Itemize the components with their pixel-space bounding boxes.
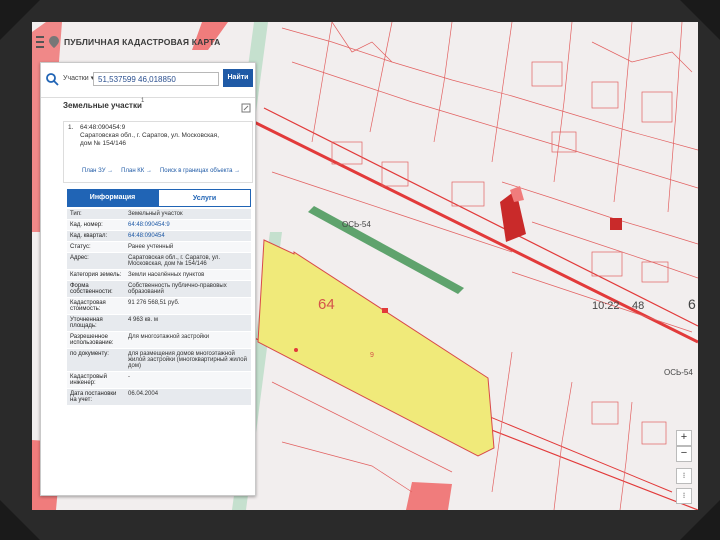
measure-tool-button[interactable]: ⁝ xyxy=(676,468,692,484)
attribute-key: Кадастровая стоимость: xyxy=(70,300,106,312)
attribute-key: Кад. квартал: xyxy=(70,233,108,239)
attribute-row: Кадастровая стоимость: 91 276 568,51 руб. xyxy=(67,298,251,315)
attribute-row: Дата постановки на учет: 06.04.2004 xyxy=(67,389,251,406)
attribute-key: Адрес: xyxy=(70,255,89,261)
plan-zu-link[interactable]: План ЗУ → xyxy=(82,168,113,174)
cadastral-map-screenshot: 64 9 ОСЬ-54 ОСЬ-54 10:22 48 6 ПУБЛИЧНАЯ … xyxy=(32,22,698,510)
tab-services[interactable]: Услуги xyxy=(158,189,251,207)
app-title: ПУБЛИЧНАЯ КАДАСТРОВАЯ КАРТА xyxy=(64,37,221,47)
map-pin-logo-icon xyxy=(49,36,59,48)
attribute-value: 06.04.2004 xyxy=(128,391,159,397)
attribute-key: Кад. номер: xyxy=(70,222,103,228)
attribute-key: по документу: xyxy=(70,351,109,357)
info-tabs: Информация Услуги xyxy=(67,189,251,207)
map-options-button[interactable]: ⁝ xyxy=(676,488,692,504)
attribute-row: Форма собственности: Собственность публич… xyxy=(67,281,251,298)
result-address: Саратовская обл., г. Саратов, ул. Москов… xyxy=(80,132,219,147)
attribute-value: Собственность публично-правовых образова… xyxy=(128,283,227,295)
attribute-value: Земли населённых пунктов xyxy=(128,272,205,278)
road-label-b: ОСЬ-54 xyxy=(664,368,693,377)
plan-kk-link[interactable]: План КК → xyxy=(121,168,152,174)
edit-icon[interactable] xyxy=(241,103,251,113)
attribute-key: Уточненная площадь: xyxy=(70,317,103,329)
attribute-key: Статус: xyxy=(70,244,91,250)
attribute-value: - xyxy=(128,374,130,380)
attribute-row: Уточненная площадь: 4 963 кв. м xyxy=(67,315,251,332)
results-title: Земельные участки xyxy=(63,101,142,110)
search-bar: Участки ▾ 51,537599 46,018850 Найти xyxy=(41,63,255,98)
attribute-value: 91 276 568,51 руб. xyxy=(128,300,180,306)
attribute-value: Земельный участок xyxy=(128,211,183,217)
search-icon xyxy=(46,73,59,86)
attribute-row: Кадастровый инженер: - xyxy=(67,372,251,389)
parcel-number-label: 64 xyxy=(318,296,335,313)
results-count: 1 xyxy=(141,98,145,104)
search-type-select[interactable]: Участки ▾ xyxy=(63,74,94,82)
menu-icon[interactable] xyxy=(36,36,44,48)
attribute-key: Дата постановки на учет: xyxy=(70,391,117,403)
attributes-table: Тип: Земельный участок Кад. номер: 64:48:09… xyxy=(67,209,251,406)
attribute-value: 4 963 кв. м xyxy=(128,317,158,323)
find-button[interactable]: Найти xyxy=(223,69,253,87)
block-label-a: 10:22 xyxy=(592,300,620,312)
attribute-row: Разрешенное использование: Для многоэтажн… xyxy=(67,332,251,349)
search-input[interactable]: 51,537599 46,018850 xyxy=(93,72,219,86)
attribute-row: Адрес: Саратовская обл., г. Саратов, ул. … xyxy=(67,253,251,270)
block-label-c: 6 xyxy=(688,296,696,312)
search-in-bounds-link[interactable]: Поиск в границах объекта → xyxy=(160,168,240,174)
attribute-row: Категория земель: Земли населённых пункто… xyxy=(67,270,251,281)
attribute-value: для размещения домов многоэтажной жилой … xyxy=(128,351,247,369)
result-cad-number: 64:48:090454:9 xyxy=(80,124,126,131)
attribute-row: Статус: Ранее учтенный xyxy=(67,242,251,253)
attribute-row: по документу: для размещения домов многоэ… xyxy=(67,349,251,372)
attribute-value: Для многоэтажной застройки xyxy=(128,334,210,340)
result-links: План ЗУ → План КК → Поиск в границах объ… xyxy=(82,168,240,174)
app-header: ПУБЛИЧНАЯ КАДАСТРОВАЯ КАРТА xyxy=(36,36,220,48)
result-index: 1. xyxy=(68,124,74,131)
block-label-b: 48 xyxy=(632,300,645,312)
attribute-row: Кад. номер: 64:48:090454:9 xyxy=(67,220,251,231)
tab-information[interactable]: Информация xyxy=(67,189,158,207)
attribute-row: Тип: Земельный участок xyxy=(67,209,251,220)
parcel-index-label: 9 xyxy=(370,352,374,359)
result-item[interactable]: 1. 64:48:090454:9 Саратовская обл., г. С… xyxy=(63,121,253,183)
zoom-out-button[interactable]: − xyxy=(676,446,692,462)
attribute-value: Саратовская обл., г. Саратов, ул. Москов… xyxy=(128,255,221,267)
attribute-value[interactable]: 64:48:090454 xyxy=(125,231,251,241)
road-label-a: ОСЬ-54 xyxy=(342,220,371,229)
attribute-value: Ранее учтенный xyxy=(128,244,174,250)
info-panel: Участки ▾ 51,537599 46,018850 Найти Земе… xyxy=(40,62,256,496)
attribute-key: Разрешенное использование: xyxy=(70,334,114,346)
attribute-value[interactable]: 64:48:090454:9 xyxy=(125,220,251,230)
attribute-row: Кад. квартал: 64:48:090454 xyxy=(67,231,251,242)
attribute-key: Кадастровый инженер: xyxy=(70,374,107,386)
attribute-key: Категория земель: xyxy=(70,272,122,278)
attribute-key: Тип: xyxy=(70,211,82,217)
zoom-in-button[interactable]: + xyxy=(676,430,692,446)
search-type-label: Участки xyxy=(63,75,89,82)
attribute-key: Форма собственности: xyxy=(70,283,113,295)
